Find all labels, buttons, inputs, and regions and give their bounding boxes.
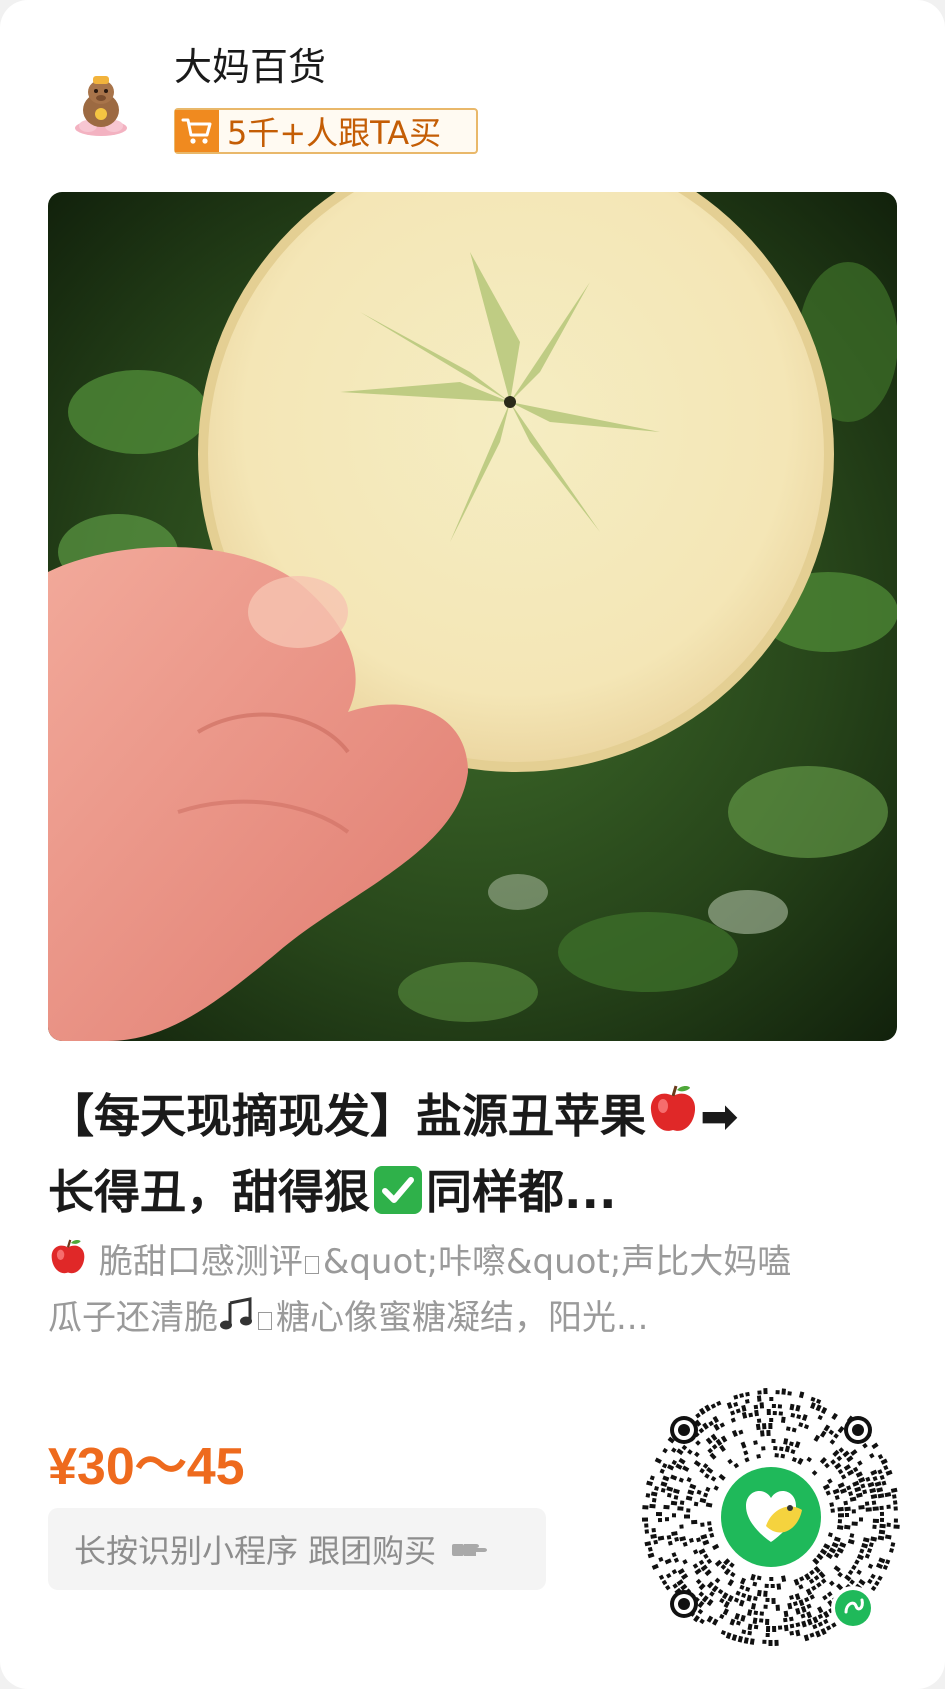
mini-program-qr-code[interactable]	[640, 1386, 902, 1648]
unknown-char-box	[304, 1256, 319, 1274]
red-apple-emoji	[51, 1239, 85, 1274]
shop-name: 大妈百货	[174, 45, 327, 89]
share-card: 大妈百货 5千+人跟TA买 【每天现摘现发】盐源丑苹果 ➡ 长得丑，甜得狠 同样…	[0, 0, 945, 1689]
arrow-right-emoji: ➡	[700, 1089, 739, 1143]
desc-line2a: 瓜子还清脆	[48, 1298, 218, 1338]
red-apple-emoji	[650, 1085, 696, 1131]
buyers-count-label: 5千+人跟TA买	[227, 114, 442, 152]
music-note-emoji	[220, 1297, 252, 1330]
desc-line1a: 脆甜口感测评	[98, 1242, 303, 1282]
pointing-hand-icon	[452, 1544, 488, 1556]
unknown-char-box	[258, 1312, 272, 1330]
product-description: 脆甜口感测评 &quot;咔嚓&quot;声比大妈嗑 瓜子还清脆 糖心像蜜糖凝结，阳…	[48, 1234, 908, 1346]
desc-line2b: 糖心像蜜糖凝结，阳光...	[276, 1298, 649, 1338]
long-press-hint[interactable]: 长按识别小程序 跟团购买	[48, 1508, 546, 1590]
shopping-cart-icon	[175, 110, 219, 152]
product-title-line1: 【每天现摘现发】盐源丑苹果	[48, 1089, 646, 1143]
price-range: ¥30～45	[48, 1438, 245, 1496]
product-title-line2a: 长得丑，甜得狠	[48, 1165, 370, 1219]
product-photo[interactable]	[48, 192, 897, 1041]
check-mark-emoji	[374, 1166, 422, 1214]
cartoon-avatar-icon[interactable]	[66, 68, 136, 138]
desc-line1b: &quot;咔嚓&quot;声比大妈嗑	[322, 1242, 792, 1282]
buyers-badge: 5千+人跟TA买	[174, 108, 478, 154]
long-press-hint-label: 长按识别小程序 跟团购买	[74, 1532, 437, 1570]
product-title-line2b: 同样都...	[426, 1165, 617, 1219]
product-title: 【每天现摘现发】盐源丑苹果 ➡ 长得丑，甜得狠 同样都...	[48, 1078, 908, 1230]
